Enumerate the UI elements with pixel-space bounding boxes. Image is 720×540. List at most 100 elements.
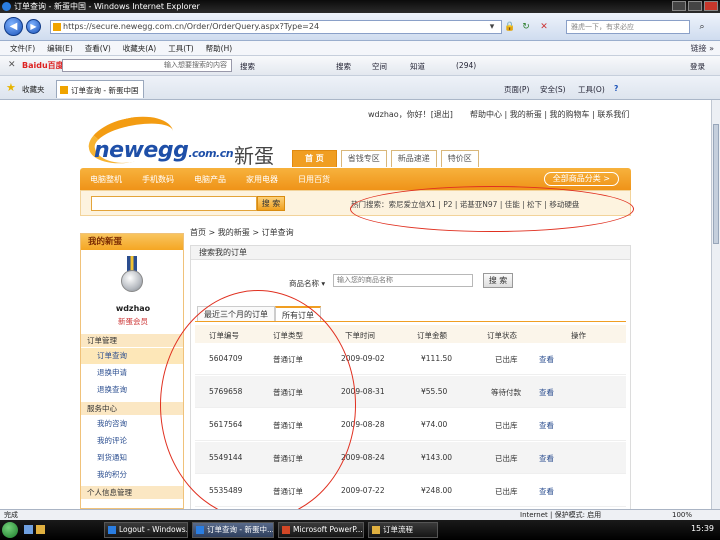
annotation-oval-order-list [160,290,356,509]
tab-favicon [60,86,68,94]
search-icon[interactable]: ⌕ [694,20,710,34]
menu-edit[interactable]: 编辑(E) [47,43,73,54]
view-order-link[interactable]: 查看 [539,486,554,497]
menu-tools[interactable]: 工具(T) [168,43,193,54]
quicklaunch-icon[interactable] [24,525,33,534]
browser-search-input[interactable]: 雅虎一下，有求必应 [566,20,690,34]
category-pc-parts[interactable]: 电脑产品 [194,174,226,185]
security-zone[interactable]: Internet | 保护模式: 启用 [520,510,601,520]
web-page: wdzhao，你好！[退出] 帮助中心 | 我的新蛋 | 我的购物车 | 联系我… [0,100,711,509]
favorites-label[interactable]: 收藏夹 [22,84,45,95]
ie-icon [2,2,11,11]
sidebar-section-profile: 个人信息管理 [81,486,183,499]
view-order-link[interactable]: 查看 [539,387,554,398]
taskbar-item-logout[interactable]: Logout - Windows... [104,522,188,538]
stop-icon[interactable]: ✕ [538,21,550,33]
toolbar-mail-count[interactable]: (294) [456,61,476,70]
category-daily[interactable]: 日用百货 [298,174,330,185]
toolbar-search-input[interactable]: 输入想要搜索的内容 [62,59,232,72]
tab-specials[interactable]: 特价区 [440,150,479,167]
site-nav-tabs: 首 页 省钱专区 新品速递 特价区 [292,150,479,167]
annotation-oval-hot-search [350,186,634,232]
close-toolbar-icon[interactable]: ✕ [8,60,16,70]
col-order-date: 下单时间 [345,331,375,340]
quicklaunch-icon[interactable] [36,525,45,534]
refresh-icon[interactable]: ↻ [520,21,532,33]
col-order-status: 订单状态 [487,331,517,340]
windows-taskbar: Logout - Windows... 订单查询 - 新蛋中... Micros… [0,520,720,540]
tab-home[interactable]: 首 页 [292,150,337,167]
category-phones[interactable]: 手机数码 [142,174,174,185]
toolbar-search-button[interactable]: 搜索 [240,61,255,72]
lock-icon[interactable]: 🔒 [504,21,516,33]
zoom-level[interactable]: 100% [672,510,692,520]
help-icon[interactable]: ? [614,84,618,93]
address-input[interactable]: https://secure.newegg.com.cn/Order/Order… [50,20,502,34]
window-controls [672,1,718,11]
view-order-link[interactable]: 查看 [539,453,554,464]
site-search-button[interactable]: 搜 索 [257,196,285,211]
login-info: wdzhao，你好！[退出] [368,110,453,119]
favorites-bar: ★ 收藏夹 订单查询 - 新蛋中国 页面(P) 安全(S) 工具(O) ? [0,76,720,100]
sidebar-username: wdzhao [115,304,151,313]
menu-bar: 文件(F) 编辑(E) 查看(V) 收藏夹(A) 工具(T) 帮助(H) 链接 … [0,41,720,56]
sidebar-section-orders: 订单管理 [81,334,183,347]
logo-chinese: 新蛋 [234,144,274,168]
tools-menu[interactable]: 工具(O) [578,84,605,95]
status-text: 完成 [4,511,18,519]
toolbar-login-button[interactable]: 登录 [690,61,705,72]
toolbar-search-button-2[interactable]: 搜索 [336,61,351,72]
window-titlebar: 订单查询 - 新蛋中国 - Windows Internet Explorer [0,0,720,13]
toolbar-space-button[interactable]: 空间 [372,61,387,72]
page-menu[interactable]: 页面(P) [504,84,529,95]
product-name-input[interactable]: 输入您的商品名称 [333,274,473,287]
taskbar-item-order-flow[interactable]: 订单流程 [368,522,438,538]
all-categories-button[interactable]: 全部商品分类 > [543,172,619,186]
close-button[interactable] [704,1,718,11]
menu-file[interactable]: 文件(F) [10,43,35,54]
filter-type-select[interactable]: 商品名称 ▾ [289,278,325,289]
window-title: 订单查询 - 新蛋中国 - Windows Internet Explorer [14,2,200,11]
col-order-action: 操作 [571,331,586,340]
sidebar-item-points[interactable]: 我的积分 [81,467,183,483]
tab-new-arrivals[interactable]: 新品速递 [390,150,437,167]
menu-help[interactable]: 帮助(H) [206,43,233,54]
order-search-button[interactable]: 搜 索 [483,273,513,288]
category-appliances[interactable]: 家用电器 [246,174,278,185]
clock[interactable]: 15:39 [691,524,714,533]
view-order-link[interactable]: 查看 [539,354,554,365]
tab-savings[interactable]: 省钱专区 [340,150,387,167]
start-button[interactable] [2,522,18,538]
medal-icon [119,256,145,300]
menu-view[interactable]: 查看(V) [85,43,111,54]
back-button[interactable]: ◀ [4,17,23,36]
browser-tab[interactable]: 订单查询 - 新蛋中国 [56,80,144,98]
taskbar-item-powerpoint[interactable]: Microsoft PowerP... [278,522,364,538]
site-favicon [53,23,61,31]
sidebar-item-notify[interactable]: 到货通知 [81,450,183,466]
sidebar-title: 我的新蛋 [81,234,183,250]
menu-favorites[interactable]: 收藏夹(A) [123,43,156,54]
links-menu[interactable]: 链接 » [691,43,714,54]
newegg-logo[interactable]: newegg.com.cn [82,109,234,172]
forward-button[interactable]: ▶ [26,19,41,34]
view-order-link[interactable]: 查看 [539,420,554,431]
status-bar: 完成 Internet | 保护模式: 启用 100% [0,509,720,520]
minimize-button[interactable] [672,1,686,11]
maximize-button[interactable] [688,1,702,11]
category-computers[interactable]: 电脑整机 [90,174,122,185]
toolbar-know-button[interactable]: 知道 [410,61,425,72]
dropdown-arrow-icon[interactable]: ▾ [486,21,498,33]
safety-menu[interactable]: 安全(S) [540,84,566,95]
category-bar: 电脑整机 手机数码 电脑产品 家用电器 日用百货 全部商品分类 > [80,168,631,190]
order-search-title: 搜索我的订单 [191,246,630,260]
page-scrollbar[interactable] [711,100,720,509]
col-order-amount: 订单金额 [417,331,447,340]
site-search-input[interactable] [91,196,257,211]
taskbar-item-order-query[interactable]: 订单查询 - 新蛋中... [192,522,274,538]
logout-link[interactable]: [退出] [431,110,453,119]
favorites-star-icon[interactable]: ★ [6,81,16,94]
top-links[interactable]: 帮助中心 | 我的新蛋 | 我的购物车 | 联系我们 [470,109,629,120]
scrollbar-thumb[interactable] [713,124,719,244]
breadcrumb[interactable]: 首页 > 我的新蛋 > 订单查询 [190,227,294,238]
